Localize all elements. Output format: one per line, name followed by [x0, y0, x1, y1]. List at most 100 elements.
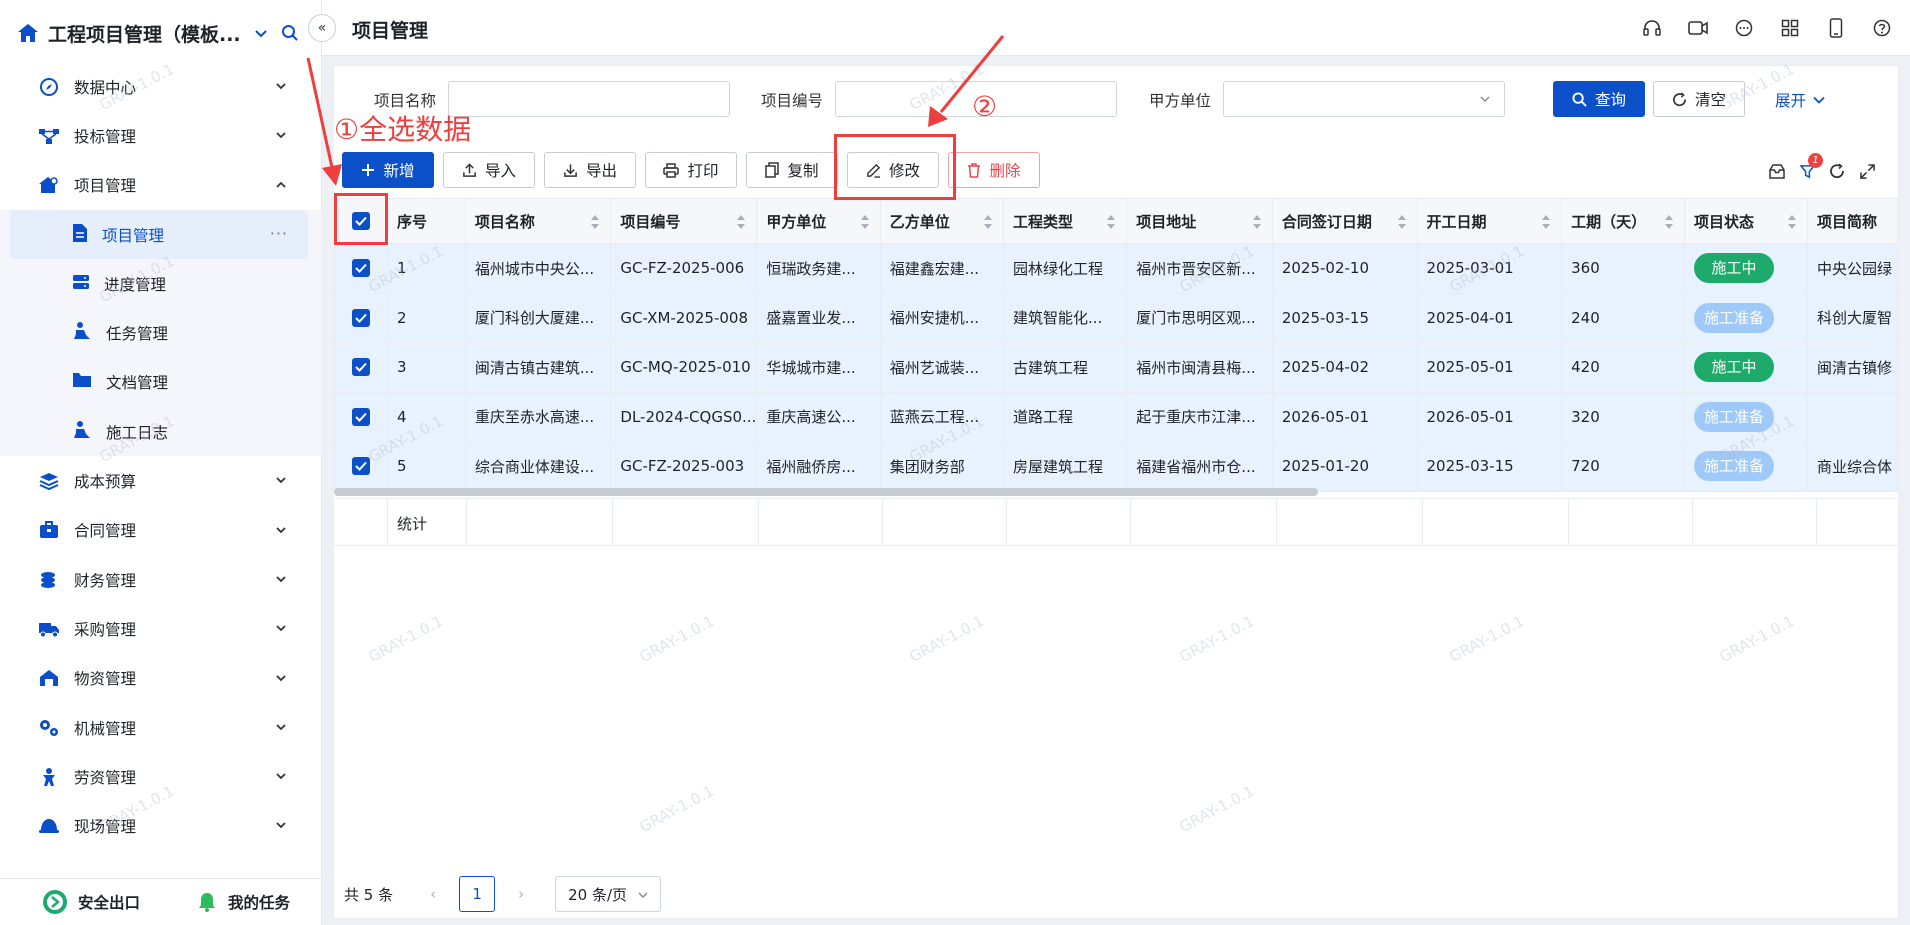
my-tasks-button[interactable]: 我的任务	[196, 891, 290, 913]
column-header-label: 项目名称	[474, 212, 535, 231]
sort-icon[interactable]	[1252, 214, 1262, 230]
table-row[interactable]: 1 福州城市中央公... GC-FZ-2025-006 恒瑞政务建... 福建鑫…	[334, 243, 1898, 294]
sidebar-item-purchase[interactable]: 采购管理	[0, 604, 322, 653]
row-checkbox[interactable]	[352, 308, 370, 327]
summary-cell	[1569, 499, 1693, 545]
help-icon[interactable]	[1872, 18, 1892, 38]
sort-icon[interactable]	[1664, 214, 1674, 230]
chat-icon[interactable]	[1734, 18, 1754, 38]
sort-icon[interactable]	[1541, 214, 1551, 230]
status-badge: 施工准备	[1694, 401, 1774, 432]
cell-project-name: 综合商业体建设...	[464, 441, 612, 492]
sidebar-item-finance[interactable]: 财务管理	[0, 555, 322, 604]
table-row[interactable]: 2 厦门科创大厦建... GC-XM-2025-008 盛嘉置业发... 福州安…	[334, 292, 1898, 343]
column-header[interactable]: 工期（天）	[1561, 198, 1685, 244]
row-checkbox-cell[interactable]	[334, 243, 388, 294]
briefcase-icon	[38, 519, 60, 541]
sidebar-item-machinery[interactable]: 机械管理	[0, 703, 322, 752]
sidebar-subitem-log[interactable]: 施工日志	[10, 407, 308, 456]
refresh-icon	[1673, 91, 1686, 106]
table-row[interactable]: 3 闽清古镇古建筑... GC-MQ-2025-010 华城城市建... 福州艺…	[334, 342, 1898, 393]
sidebar-subitem-docs[interactable]: 文档管理	[10, 358, 308, 407]
sidebar-item-bidding[interactable]: 投标管理	[0, 111, 322, 160]
expand-toggle[interactable]: 展开	[1775, 89, 1826, 111]
page-number-button[interactable]: 1	[459, 876, 496, 912]
fullscreen-icon[interactable]	[1858, 162, 1876, 180]
row-checkbox-cell[interactable]	[334, 391, 388, 442]
headset-icon[interactable]	[1642, 18, 1662, 38]
export-button[interactable]: 导出	[544, 152, 636, 188]
filter-icon[interactable]: 1	[1798, 153, 1823, 180]
column-header[interactable]: 甲方单位	[756, 198, 881, 244]
column-header[interactable]: 工程类型	[1002, 198, 1128, 244]
apps-grid-icon[interactable]	[1780, 18, 1800, 38]
sort-icon[interactable]	[1397, 214, 1407, 230]
cell-short-name	[1807, 391, 1898, 442]
horizontal-scrollbar[interactable]	[334, 488, 1318, 496]
sidebar-item-labor[interactable]: 劳资管理	[0, 752, 322, 801]
chevron-down-icon[interactable]	[253, 25, 269, 41]
sidebar-item-data-center[interactable]: 数据中心	[0, 62, 322, 111]
refresh-icon[interactable]	[1828, 162, 1846, 180]
prev-page-icon[interactable]: ‹	[423, 885, 443, 903]
query-button[interactable]: 查询	[1553, 81, 1645, 117]
copy-button[interactable]: 复制	[746, 152, 838, 188]
table-row[interactable]: 5 综合商业体建设... GC-FZ-2025-003 福州融侨房... 集团财…	[334, 441, 1898, 492]
column-header[interactable]: 合同签订日期	[1271, 198, 1418, 244]
safety-exit-button[interactable]: 安全出口	[42, 889, 140, 915]
sort-icon[interactable]	[1106, 214, 1116, 230]
more-icon[interactable]: ···	[270, 224, 288, 243]
add-button[interactable]: 新增	[342, 152, 434, 188]
sort-icon[interactable]	[983, 214, 993, 230]
helmet-icon	[38, 815, 60, 837]
sidebar-item-site[interactable]: 现场管理	[0, 801, 322, 850]
video-icon[interactable]	[1688, 18, 1708, 38]
sidebar-subitem-project-manage[interactable]: 项目管理 ···	[10, 209, 308, 260]
sidebar-item-project[interactable]: 项目管理	[0, 161, 322, 210]
row-checkbox-cell[interactable]	[334, 342, 388, 393]
collapse-sidebar-button[interactable]: «	[308, 14, 336, 42]
search-icon[interactable]	[281, 24, 299, 42]
delete-button[interactable]: 删除	[948, 152, 1040, 188]
sort-icon[interactable]	[590, 214, 600, 230]
sidebar-item-material[interactable]: 物资管理	[0, 654, 322, 703]
row-checkbox[interactable]	[352, 457, 370, 476]
column-header[interactable]: 项目状态	[1683, 198, 1809, 244]
row-checkbox[interactable]	[352, 259, 370, 278]
row-checkbox-cell[interactable]	[334, 441, 388, 492]
sidebar-item-cost[interactable]: 成本预算	[0, 456, 322, 505]
party-a-select[interactable]	[1223, 81, 1505, 117]
sidebar-item-contract[interactable]: 合同管理	[0, 506, 322, 555]
mobile-icon[interactable]	[1826, 18, 1846, 38]
table-row[interactable]: 4 重庆至赤水高速... DL-2024-CQGS0... 重庆高速公... 蓝…	[334, 391, 1898, 442]
annotation-step1-text: ①全选数据	[334, 113, 472, 146]
project-name-input[interactable]	[448, 81, 730, 117]
app-brand[interactable]: 工程项目管理（模板...	[16, 16, 306, 50]
document-icon	[72, 223, 88, 247]
table-tool-icons: 1	[1756, 153, 1876, 180]
clear-button[interactable]: 清空	[1653, 81, 1745, 117]
chevron-down-icon	[276, 773, 286, 780]
column-header[interactable]: 项目名称	[464, 198, 612, 244]
column-header[interactable]: 乙方单位	[879, 198, 1004, 244]
row-checkbox[interactable]	[352, 407, 370, 426]
import-button[interactable]: 导入	[443, 152, 535, 188]
row-checkbox-cell[interactable]	[334, 292, 388, 343]
row-checkbox[interactable]	[352, 358, 370, 377]
page-size-select[interactable]: 20 条/页	[555, 876, 662, 912]
next-page-icon[interactable]: ›	[511, 885, 531, 903]
print-button[interactable]: 打印	[645, 152, 737, 188]
chevron-down-icon	[276, 576, 286, 583]
cell-short-name: 科创大厦智	[1807, 292, 1898, 343]
pagination: 共 5 条 ‹ 1 › 20 条/页	[344, 876, 662, 912]
sort-icon[interactable]	[1787, 214, 1797, 230]
column-header[interactable]: 项目地址	[1126, 198, 1273, 244]
archive-icon[interactable]	[1768, 162, 1786, 180]
sort-icon[interactable]	[860, 214, 870, 230]
column-header: 序号	[387, 198, 466, 244]
sidebar-subitem-progress[interactable]: 进度管理	[10, 259, 308, 308]
column-header[interactable]: 开工日期	[1416, 198, 1563, 244]
sort-icon[interactable]	[736, 214, 746, 230]
sidebar-subitem-task[interactable]: 任务管理	[10, 308, 308, 357]
column-header[interactable]: 项目编号	[610, 198, 758, 244]
